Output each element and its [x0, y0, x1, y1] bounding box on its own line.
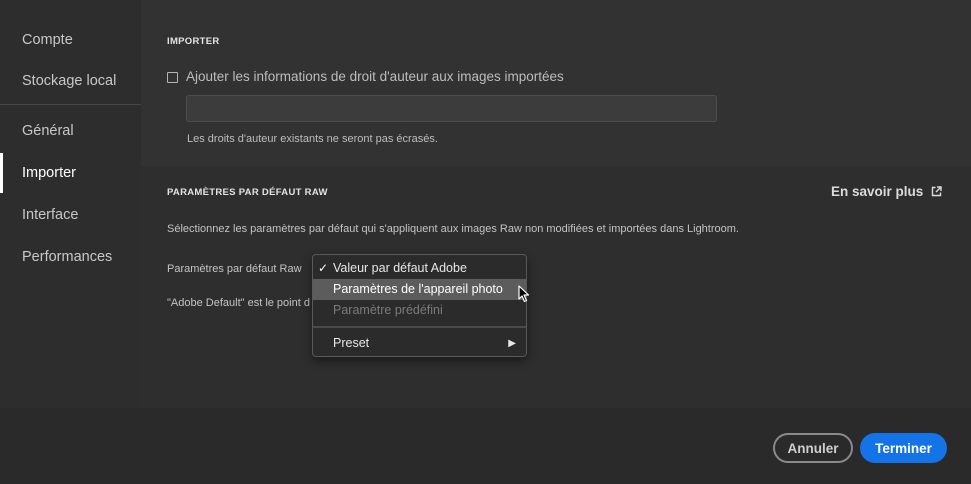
external-link-icon	[932, 186, 942, 197]
import-section-title: IMPORTER	[167, 36, 220, 47]
copyright-checkbox-label[interactable]: Ajouter les informations de droit d'aute…	[186, 69, 564, 84]
learn-more-label: En savoir plus	[831, 184, 924, 199]
copyright-checkbox[interactable]	[167, 72, 178, 83]
sidebar-item-general[interactable]: Général	[0, 111, 141, 151]
sidebar: Compte Stockage local Général Importer I…	[0, 0, 141, 408]
copyright-note: Les droits d'auteur existants ne seront …	[187, 133, 438, 145]
menu-item-label: Paramètre prédéfini	[333, 303, 443, 317]
menu-item-adobe-default[interactable]: ✓ Valeur par défaut Adobe	[313, 258, 526, 279]
raw-defaults-panel	[141, 166, 971, 408]
sidebar-item-importer[interactable]: Importer	[0, 153, 141, 193]
submenu-arrow-icon: ▶	[508, 338, 516, 349]
raw-defaults-note: "Adobe Default" est le point d	[167, 297, 310, 309]
checkmark-icon: ✓	[318, 261, 329, 275]
sidebar-item-performances[interactable]: Performances	[0, 237, 141, 277]
sidebar-divider	[0, 104, 141, 105]
menu-item-preset-defined: Paramètre prédéfini	[313, 300, 526, 321]
sidebar-item-interface[interactable]: Interface	[0, 195, 141, 235]
copyright-input[interactable]	[186, 95, 717, 122]
menu-item-label: Paramètres de l'appareil photo	[333, 282, 503, 296]
mouse-pointer-icon	[518, 285, 530, 303]
raw-section-title: PARAMÈTRES PAR DÉFAUT RAW	[167, 187, 328, 198]
menu-item-preset[interactable]: Preset ▶	[313, 333, 526, 354]
menu-item-label: Valeur par défaut Adobe	[333, 261, 467, 275]
menu-separator	[313, 326, 526, 328]
learn-more-link[interactable]: En savoir plus	[831, 184, 942, 199]
raw-description: Sélectionnez les paramètres par défaut q…	[167, 223, 739, 235]
cancel-button[interactable]: Annuler	[773, 433, 853, 463]
raw-defaults-dropdown-menu: ✓ Valeur par défaut Adobe Paramètres de …	[312, 254, 527, 357]
done-button[interactable]: Terminer	[860, 433, 947, 463]
sidebar-item-compte[interactable]: Compte	[0, 20, 141, 60]
raw-defaults-label: Paramètres par défaut Raw	[167, 263, 302, 275]
sidebar-item-stockage-local[interactable]: Stockage local	[0, 61, 141, 101]
menu-item-label: Preset	[333, 336, 370, 350]
menu-item-camera-settings[interactable]: Paramètres de l'appareil photo	[313, 279, 526, 300]
